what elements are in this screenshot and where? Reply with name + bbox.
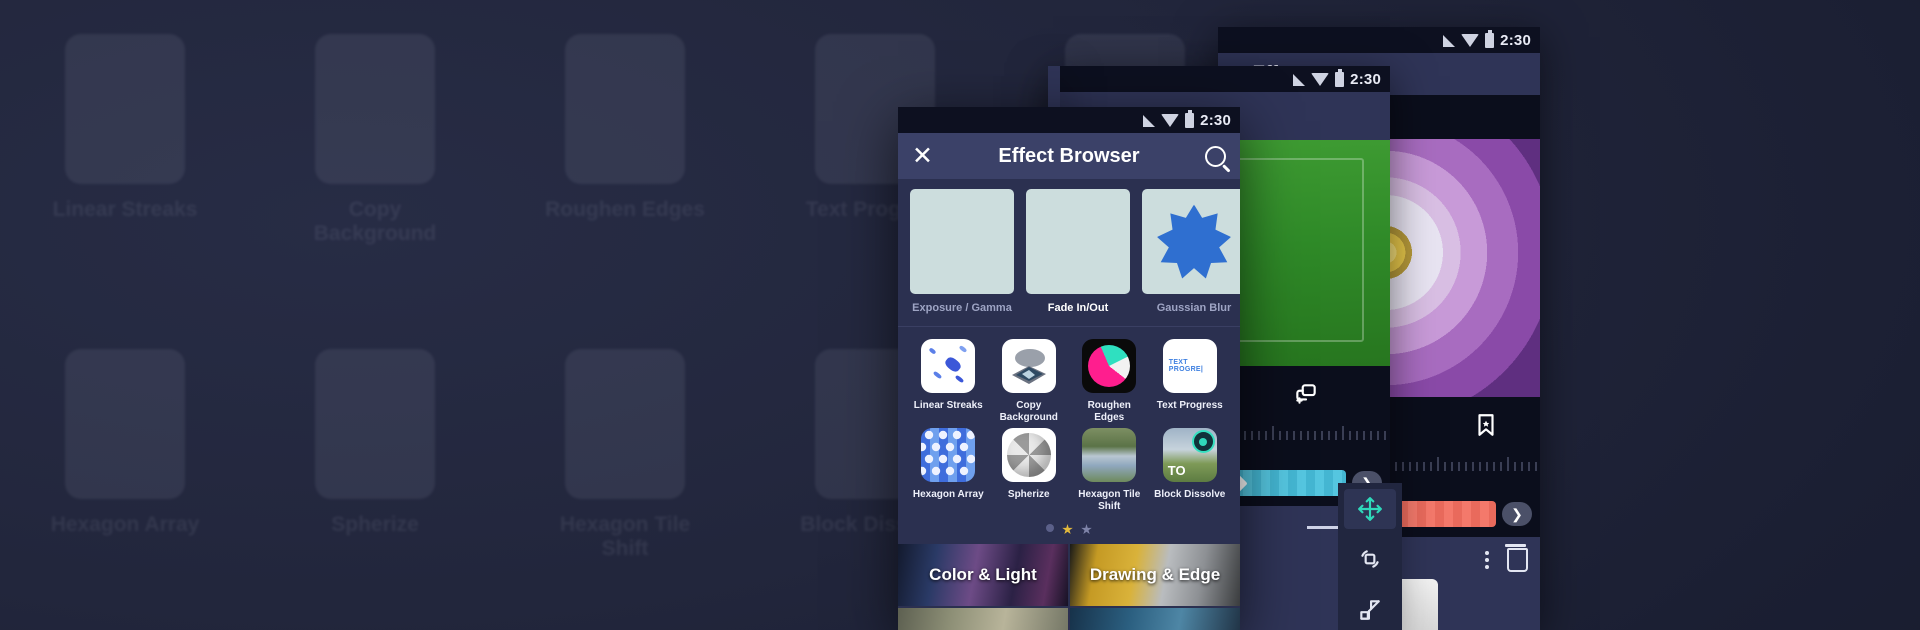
battery-icon: [1485, 29, 1495, 48]
ghost-thumb: [565, 349, 685, 499]
effect-grid: Linear Streaks Copy Background Roughen E…: [898, 327, 1240, 515]
category-label: Color & Light: [929, 565, 1037, 584]
block-dissolve-icon: TO: [1162, 428, 1217, 482]
featured-label: Exposure / Gamma: [912, 302, 1012, 314]
effect-item[interactable]: Hexagon Array: [908, 428, 989, 515]
ghost-label: Copy Background: [313, 198, 437, 246]
category-tile-next-b[interactable]: [1070, 608, 1240, 630]
scale-tool[interactable]: [1344, 590, 1396, 630]
close-icon[interactable]: ✕: [912, 143, 933, 169]
linear-streaks-icon: [921, 339, 976, 393]
ghost-label: Spherize: [331, 513, 419, 536]
ghost-label: Linear Streaks: [52, 198, 198, 221]
ghost-label: Roughen Edges: [545, 198, 705, 221]
effect-item[interactable]: Copy Background: [989, 339, 1070, 426]
effect-browser-titlebar: ✕ Effect Browser: [898, 133, 1240, 179]
featured-item[interactable]: Gaussian Blur: [1142, 189, 1240, 314]
ghost-cell: Copy Background: [250, 0, 500, 315]
status-time: 2:30: [1200, 111, 1231, 129]
ghost-thumb: [65, 34, 185, 184]
category-drawing-and-edge[interactable]: Drawing & Edge: [1070, 544, 1240, 606]
spherize-icon: [1001, 428, 1056, 482]
category-tiles: Color & Light Drawing & Edge: [898, 544, 1240, 630]
ghost-thumb: [565, 34, 685, 184]
signal-icon: [1443, 35, 1456, 47]
tool-rail: [1338, 483, 1402, 630]
status-bar: 2:30: [1218, 27, 1540, 53]
ghost-cell: Hexagon Array: [0, 315, 250, 630]
ghost-cell: Linear Streaks: [0, 0, 250, 315]
effect-label: Hexagon Tile Shift: [1078, 489, 1141, 512]
wifi-icon: [1311, 72, 1330, 86]
status-bar: 2:30: [898, 107, 1240, 133]
page-title: Effect Browser: [998, 144, 1140, 167]
ghost-cell: Hexagon Tile Shift: [500, 315, 750, 630]
bookmark-icon[interactable]: [1473, 412, 1499, 438]
effect-label: Linear Streaks: [913, 400, 983, 411]
hexagon-tile-shift-icon: [1082, 428, 1137, 482]
status-time: 2:30: [1350, 70, 1381, 88]
ghost-cell: Spherize: [250, 315, 500, 630]
effect-item[interactable]: TO Block Dissolve: [1150, 428, 1231, 515]
text-progress-icon: TEXT PROGRE|: [1162, 339, 1217, 393]
ghost-thumb: [315, 34, 435, 184]
hexagon-array-icon: [921, 428, 976, 482]
featured-item[interactable]: Exposure / Gamma: [910, 189, 1014, 314]
sky-field-photo: [910, 189, 1014, 294]
ghost-thumb: [315, 349, 435, 499]
featured-carousel[interactable]: Exposure / Gamma Fade In/Out Gaussian Bl…: [898, 189, 1240, 314]
more-vertical-icon[interactable]: [1485, 551, 1489, 569]
category-label: Drawing & Edge: [1089, 565, 1221, 584]
pager-dots[interactable]: [898, 515, 1240, 544]
battery-icon: [1185, 109, 1195, 128]
effect-browser-body: Exposure / Gamma Fade In/Out Gaussian Bl…: [898, 179, 1240, 630]
effect-label: Roughen Edges: [1087, 400, 1131, 423]
download-badge-icon[interactable]: [1191, 430, 1215, 453]
featured-item[interactable]: Fade In/Out: [1026, 189, 1130, 314]
trash-icon[interactable]: [1505, 544, 1528, 572]
block-dissolve-overlay-text: TO: [1167, 463, 1186, 478]
category-tile-next-a[interactable]: [898, 608, 1068, 630]
status-time: 2:30: [1500, 31, 1531, 49]
effect-label: Spherize: [1007, 489, 1050, 500]
text-progress-preview-line1: TEXT: [1168, 359, 1188, 366]
effect-label: Copy Background: [999, 400, 1058, 423]
category-color-and-light[interactable]: Color & Light: [898, 544, 1068, 606]
effect-item[interactable]: TEXT PROGRE| Text Progress: [1150, 339, 1231, 426]
effect-item[interactable]: Roughen Edges: [1069, 339, 1150, 426]
wifi-icon: [1461, 33, 1480, 47]
copy-background-icon: [1001, 339, 1056, 393]
move-tool[interactable]: [1344, 489, 1396, 530]
text-progress-preview-line2: PROGRE|: [1168, 366, 1204, 373]
signal-icon: [1143, 115, 1156, 127]
ghost-label: Hexagon Array: [50, 513, 200, 536]
status-bar: 2:30: [1053, 66, 1390, 92]
page-background: Linear Streaks Copy Background Roughen E…: [0, 0, 1920, 630]
featured-label: Fade In/Out: [1047, 302, 1109, 314]
effect-label: Block Dissolve: [1154, 489, 1226, 500]
track-next-button[interactable]: ❯: [1502, 502, 1532, 526]
featured-label: Gaussian Blur: [1156, 302, 1232, 314]
effect-label: Text Progress: [1156, 400, 1223, 411]
effect-item[interactable]: Spherize: [989, 428, 1070, 515]
duplicate-icon[interactable]: [1293, 381, 1319, 407]
effect-item[interactable]: Linear Streaks: [908, 339, 989, 426]
battery-icon: [1335, 68, 1345, 87]
wifi-icon: [1161, 113, 1180, 127]
search-icon[interactable]: [1204, 145, 1226, 167]
effect-label: Hexagon Array: [912, 489, 984, 500]
roughen-edges-icon: [1082, 339, 1137, 393]
ghost-cell: Roughen Edges: [500, 0, 750, 315]
pager-dot[interactable]: [1046, 524, 1054, 532]
pager-dot[interactable]: [1081, 524, 1092, 535]
ghost-thumb: [65, 349, 185, 499]
ghost-label: Hexagon Tile Shift: [559, 513, 691, 561]
effect-item[interactable]: Hexagon Tile Shift: [1069, 428, 1150, 515]
signal-icon: [1293, 74, 1306, 86]
phone-effect-browser: 2:30 ✕ Effect Browser Exposure / Gamma F…: [898, 107, 1240, 630]
pager-dot-active[interactable]: [1062, 524, 1073, 535]
rotate-tool[interactable]: [1344, 539, 1396, 579]
lake-reflection-photo: [1026, 189, 1130, 294]
blue-star-burst: [1142, 189, 1240, 294]
